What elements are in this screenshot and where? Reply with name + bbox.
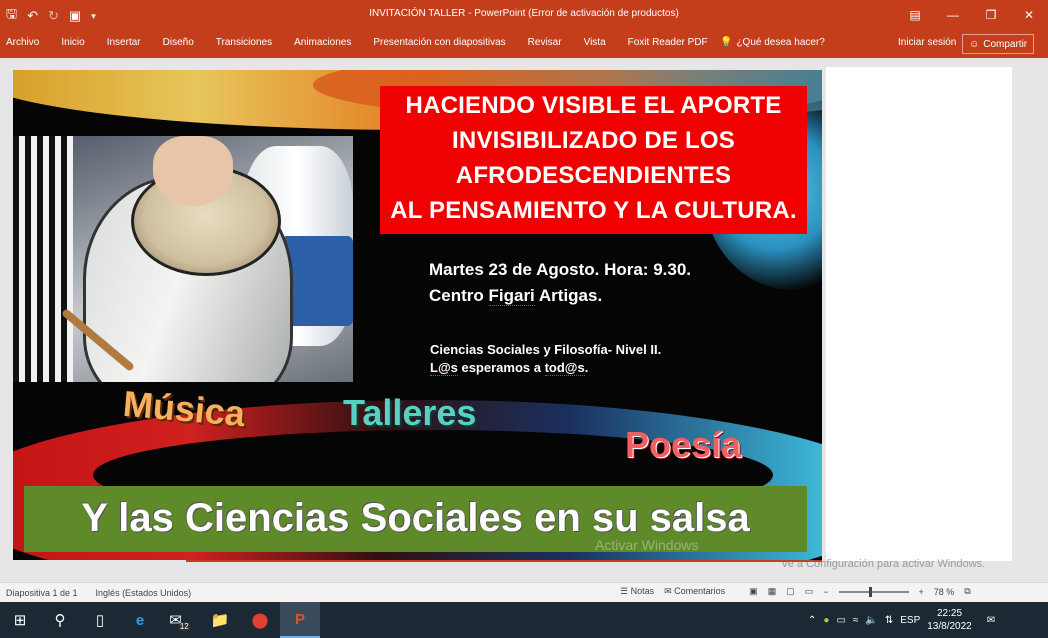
- comments-button[interactable]: ✉ Comentarios: [664, 586, 725, 597]
- tell-me-box[interactable]: 💡 ¿Qué desea hacer?: [720, 37, 825, 48]
- notes-label: Notas: [630, 586, 655, 596]
- window-title: INVITACIÓN TALLER - PowerPoint (Error de…: [369, 8, 679, 19]
- zoom-slider-thumb[interactable]: [868, 586, 872, 597]
- side-pane: [826, 67, 1012, 561]
- tab-inicio[interactable]: Inicio: [61, 37, 84, 48]
- headline-line-2: INVISIBILIZADO DE LOS: [452, 127, 735, 154]
- tell-me-text: ¿Qué desea hacer?: [736, 37, 825, 48]
- wordart-poesia[interactable]: Poesía: [625, 424, 741, 466]
- slide-canvas[interactable]: HACIENDO VISIBLE EL APORTE INVISIBILIZAD…: [13, 70, 822, 560]
- clock-time: 22:25: [936, 608, 963, 619]
- task-view-icon[interactable]: ▯: [80, 602, 120, 638]
- window-controls: ▤ — ❐ ✕: [896, 0, 1048, 30]
- wifi-icon[interactable]: ≈: [853, 615, 859, 626]
- mail-icon[interactable]: ✉ 12: [160, 602, 200, 638]
- slide-underline: [186, 560, 822, 562]
- language-indicator[interactable]: Inglés (Estados Unidos): [96, 588, 192, 598]
- normal-view-icon[interactable]: ▣: [749, 586, 758, 597]
- clock-date: 13/8/2022: [927, 621, 972, 632]
- tab-revisar[interactable]: Revisar: [528, 37, 562, 48]
- title-bar: 🖫 ↶ ↻ ▣ ▾ INVITACIÓN TALLER - PowerPoint…: [0, 0, 1048, 30]
- zoom-out-icon[interactable]: −: [823, 587, 828, 597]
- photo-hand: [153, 136, 233, 206]
- headline-line-3: AFRODESCENDIENTES: [455, 162, 732, 189]
- wordart-talleres[interactable]: Talleres: [343, 392, 476, 434]
- headline-box[interactable]: HACIENDO VISIBLE EL APORTE INVISIBILIZAD…: [380, 86, 807, 234]
- zoom-in-icon[interactable]: +: [919, 587, 924, 597]
- file-explorer-icon[interactable]: 📁: [200, 602, 240, 638]
- event-place-figari: Figari: [488, 286, 535, 306]
- ribbon-tabs-bar: Archivo Inicio Insertar Diseño Transicio…: [0, 30, 1048, 58]
- tab-presentacion[interactable]: Presentación con diapositivas: [373, 37, 505, 48]
- comments-label: Comentarios: [674, 586, 726, 596]
- invite-mid: esperamos a: [457, 360, 545, 375]
- invite-text[interactable]: L@s esperamos a tod@s.: [430, 360, 589, 376]
- sign-in-link[interactable]: Iniciar sesión: [898, 37, 956, 48]
- ribbon-display-options-icon[interactable]: ▤: [896, 0, 934, 30]
- event-place-post: Artigas.: [534, 286, 603, 305]
- system-tray: ⌃ ● ▭ ≈ 🔈 ⇅ ESP 22:25 13/8/2022 ✉: [808, 602, 995, 638]
- tab-foxit[interactable]: Foxit Reader PDF: [628, 37, 708, 48]
- activation-watermark-title: Activar Windows: [595, 537, 699, 553]
- battery-icon[interactable]: ▭: [836, 615, 845, 626]
- banner-text: Y las Ciencias Sociales en su salsa: [81, 496, 750, 540]
- tab-diseno[interactable]: Diseño: [163, 37, 194, 48]
- zoom-level[interactable]: 78 %: [934, 587, 955, 597]
- minimize-icon[interactable]: —: [934, 0, 972, 30]
- powerpoint-icon[interactable]: P: [280, 602, 320, 638]
- share-button[interactable]: ☺ Compartir: [962, 34, 1035, 54]
- event-place-pre: Centro: [429, 286, 489, 305]
- fit-slide-icon[interactable]: ⧉: [964, 586, 970, 597]
- slide-counter: Diapositiva 1 de 1: [6, 588, 78, 598]
- tab-archivo[interactable]: Archivo: [6, 37, 39, 48]
- close-icon[interactable]: ✕: [1010, 0, 1048, 30]
- restore-icon[interactable]: ❐: [972, 0, 1010, 30]
- reading-view-icon[interactable]: ▢: [786, 586, 795, 597]
- language-indicator-tray[interactable]: ESP: [900, 615, 920, 626]
- share-label: Compartir: [983, 38, 1028, 50]
- course-info[interactable]: Ciencias Sociales y Filosofía- Nivel II.: [430, 342, 661, 357]
- volume-icon[interactable]: 🔈: [865, 615, 877, 626]
- network-icon[interactable]: ⇅: [885, 615, 893, 626]
- invite-pre: L@s: [430, 360, 458, 376]
- chrome-icon[interactable]: ⬤: [240, 602, 280, 638]
- event-date[interactable]: Martes 23 de Agosto. Hora: 9.30.: [429, 260, 691, 280]
- drum-photo[interactable]: [13, 136, 353, 382]
- search-icon[interactable]: ⚲: [40, 602, 80, 638]
- slide-sorter-icon[interactable]: ▦: [768, 586, 777, 597]
- status-bar: Diapositiva 1 de 1 Inglés (Estados Unido…: [0, 582, 1048, 602]
- headline-line-4: AL PENSAMIENTO Y LA CULTURA.: [390, 197, 797, 224]
- invite-end: tod@s: [544, 360, 585, 376]
- clock[interactable]: 22:25 13/8/2022: [927, 607, 972, 633]
- person-icon: ☺: [969, 38, 980, 50]
- event-place[interactable]: Centro Figari Artigas.: [429, 286, 602, 306]
- show-hidden-icons-icon[interactable]: ⌃: [808, 615, 816, 626]
- activation-watermark-text: Ve a Configuración para activar Windows.: [781, 558, 986, 570]
- photo-striped-cloth: [13, 136, 73, 382]
- slideshow-icon[interactable]: ▭: [805, 586, 814, 597]
- tab-animaciones[interactable]: Animaciones: [294, 37, 351, 48]
- notifications-icon[interactable]: ✉: [987, 615, 995, 626]
- edge-browser-icon[interactable]: e: [120, 602, 160, 638]
- windows-start-icon[interactable]: ⊞: [0, 602, 40, 638]
- tab-insertar[interactable]: Insertar: [107, 37, 141, 48]
- lightbulb-icon: 💡: [720, 37, 733, 48]
- tab-transiciones[interactable]: Transiciones: [216, 37, 272, 48]
- update-icon[interactable]: ●: [823, 615, 829, 626]
- zoom-slider[interactable]: [838, 586, 909, 597]
- taskbar: ⊞ ⚲ ▯ e ✉ 12 📁 ⬤ P ⌃ ● ▭ ≈ 🔈 ⇅ ESP 22:25 1…: [0, 602, 1048, 638]
- mail-badge: 12: [177, 621, 191, 631]
- invite-dot: .: [584, 360, 589, 375]
- headline-line-1: HACIENDO VISIBLE EL APORTE: [405, 92, 782, 119]
- tab-vista[interactable]: Vista: [584, 37, 606, 48]
- notes-button[interactable]: ☰ Notas: [620, 586, 654, 597]
